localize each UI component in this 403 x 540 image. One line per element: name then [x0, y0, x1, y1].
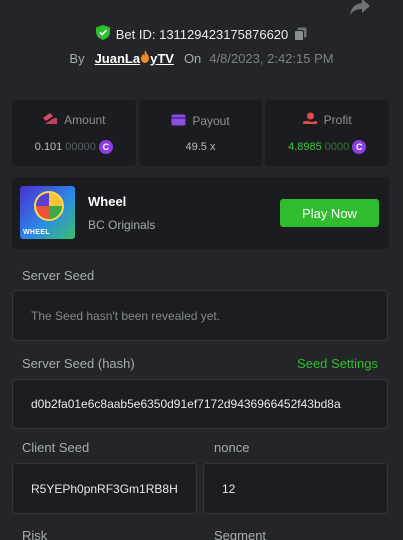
user-name-part1: JuanLa	[94, 50, 141, 66]
flame-icon	[140, 50, 150, 66]
profit-value-main: 4.8985	[288, 141, 322, 153]
payout-value: 49.5 x	[185, 140, 216, 153]
by-row: By JuanLa yTV On 4/8/2023, 2:42:15 PM	[0, 50, 403, 66]
profit-stat: Profit 4.8985 0000 C	[265, 100, 390, 166]
on-label: On	[183, 50, 202, 66]
wheel-icon	[34, 191, 64, 221]
share-icon	[350, 0, 370, 20]
coin-icon: C	[98, 140, 113, 154]
game-thumb-tag: WHEEL	[23, 229, 50, 236]
amount-stat: Amount 0.101 00000 C	[12, 100, 136, 166]
client-seed-field[interactable]: R5YEPh0pnRF3Gm1RB8H	[12, 463, 197, 514]
bet-stats: Amount 0.101 00000 C Payout 49.5 x Profit…	[12, 100, 390, 166]
segment-label: Segment	[214, 528, 267, 540]
amount-icon	[42, 112, 58, 128]
nonce-label: nonce	[214, 440, 250, 455]
game-card: WHEEL Wheel BC Originals Play Now	[12, 177, 389, 249]
profit-icon	[302, 112, 318, 128]
profit-label: Profit	[323, 113, 352, 127]
amount-label: Amount	[64, 113, 106, 127]
bet-id-row: Bet ID: 131129423175876620	[0, 25, 403, 43]
server-seed-label: Server Seed	[22, 268, 95, 283]
play-now-button[interactable]: Play Now	[280, 199, 379, 227]
game-name: Wheel	[88, 194, 127, 209]
bet-date: 4/8/2023, 2:42:15 PM	[209, 50, 334, 66]
amount-value-main: 0.101	[34, 141, 63, 153]
profit-value-dim: 0000	[324, 141, 350, 153]
user-name-part2: yTV	[150, 50, 174, 66]
seed-settings-link[interactable]: Seed Settings	[297, 356, 378, 371]
client-seed-label: Client Seed	[22, 440, 90, 455]
nonce-field[interactable]: 12	[203, 463, 388, 514]
server-seed-field: The Seed hasn't been revealed yet.	[12, 290, 388, 341]
server-seed-hash-label: Server Seed (hash)	[22, 356, 135, 371]
game-thumbnail[interactable]: WHEEL	[20, 186, 75, 239]
payout-icon	[171, 114, 186, 129]
bet-id-text: Bet ID: 131129423175876620	[115, 26, 289, 42]
copy-icon[interactable]	[294, 27, 307, 41]
payout-stat: Payout 49.5 x	[138, 100, 263, 166]
user-name-link[interactable]: JuanLa yTV	[95, 50, 174, 66]
payout-label: Payout	[192, 114, 230, 128]
game-provider: BC Originals	[88, 218, 156, 232]
share-button[interactable]	[349, 0, 371, 18]
risk-label: Risk	[22, 528, 48, 540]
server-seed-hash-field[interactable]: d0b2fa01e6c8aab5e6350d91ef7172d943696645…	[12, 379, 388, 429]
amount-value-dim: 00000	[65, 141, 96, 153]
verified-shield-icon	[95, 25, 110, 43]
coin-icon: C	[352, 140, 367, 154]
by-label: By	[69, 50, 85, 66]
